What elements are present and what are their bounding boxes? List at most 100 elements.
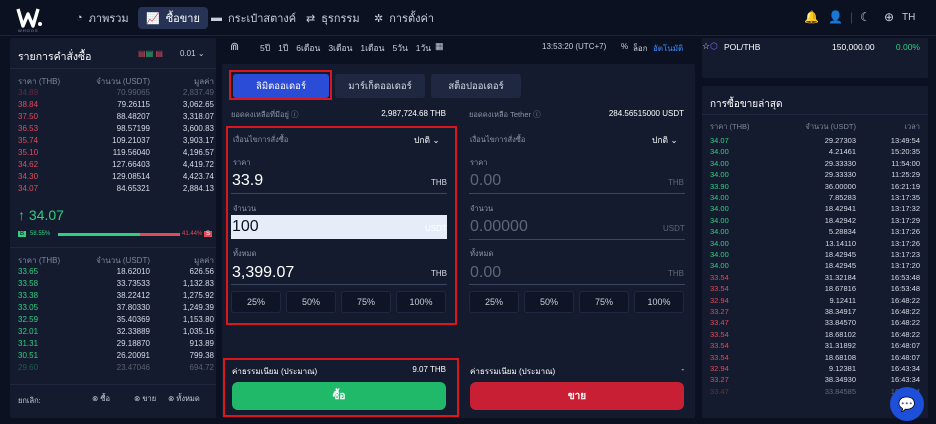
language-label[interactable]: TH	[902, 12, 915, 23]
cancel-buy-label: ซื้อ	[100, 394, 110, 403]
auto-toggle[interactable]: อัตโนมัติ	[653, 42, 683, 55]
last-price: ↑ 34.07	[18, 207, 64, 223]
row-value: 694.72	[189, 363, 214, 372]
range-button[interactable]: 1วัน	[416, 41, 431, 55]
sell-pct-100[interactable]: 100%	[634, 291, 684, 313]
trade-time: 13:17:29	[890, 215, 920, 225]
row-value: 3,318.07	[182, 112, 214, 121]
buy-price-input[interactable]: 33.9	[232, 172, 263, 190]
trade-price: 34.00	[710, 193, 729, 202]
buy-total-input[interactable]: 3,399.07	[232, 264, 294, 282]
range-button[interactable]: 1เดือน	[360, 41, 384, 55]
orderbook-view-icon[interactable]: ▤▤ ▤	[138, 49, 163, 58]
orderbook-row[interactable]: 35.74 109.21037 3,903.17	[18, 136, 214, 148]
orderbook-row[interactable]: 34.89 70.99065 2,837.49	[18, 88, 214, 100]
sell-pct-25[interactable]: 25%	[469, 291, 519, 313]
trade-time: 16:48:22	[890, 329, 920, 339]
buy-pct-25[interactable]: 25%	[231, 291, 281, 313]
star-icon[interactable]: ☆	[702, 41, 710, 52]
buy-pct-75[interactable]: 75%	[341, 291, 391, 313]
info-icon[interactable]: ⓘ	[533, 110, 541, 119]
trade-amount: 18.42945	[824, 261, 856, 271]
chat-button[interactable]: 💬	[890, 387, 924, 421]
sell-amount-input[interactable]: 0.00000	[470, 218, 528, 236]
orderbook-row[interactable]: 32.01 32.33889 1,035.16	[18, 327, 214, 339]
nav-overview[interactable]: ◔ ภาพรวม	[68, 7, 137, 29]
nav-settings[interactable]: ✲ การตั้งค่า	[366, 7, 442, 29]
orderbook-panel: รายการคำสั่งซื้อ ▤▤ ▤ 0.01 ⌄ ราคา (THB) จ…	[10, 38, 216, 418]
buy-amount-field[interactable]	[231, 215, 447, 239]
chart-type-icon[interactable]: ⋒	[230, 40, 239, 53]
orderbook-row[interactable]: 30.51 26.20091 799.38	[18, 351, 214, 363]
buy-pct-100[interactable]: 100%	[396, 291, 446, 313]
trade-row: 33.4733.8458516:43:34	[710, 387, 920, 396]
bell-icon[interactable]: 🔔	[804, 10, 819, 24]
orderbook-row[interactable]: 34.30 129.08514 4,423.74	[18, 172, 214, 184]
range-button[interactable]: 6เดือน	[296, 41, 320, 55]
orderbook-row[interactable]: 35.10 119.56040 4,196.57	[18, 148, 214, 160]
sell-price-input[interactable]: 0.00	[470, 172, 501, 190]
orderbook-row[interactable]: 36.53 98.57199 3,600.83	[18, 124, 214, 136]
top-bar: WHOOS ◔ ภาพรวม 📈 ซื้อขาย ▬ กระเป๋าสตางค์ ⇄ ธ…	[0, 0, 936, 36]
user-icon[interactable]: 👤	[828, 10, 843, 24]
col-price: ราคา (THB)	[18, 256, 61, 265]
precision-select[interactable]: 0.01 ⌄	[180, 49, 205, 58]
tab-limit-order[interactable]: ลิมิตออเดอร์	[233, 74, 329, 98]
buy-button[interactable]: ซื้อ	[232, 382, 446, 410]
orderbook-row[interactable]: 29.60 23.47046 694.72	[18, 363, 214, 375]
orderbook-row[interactable]: 34.62 127.66403 4,419.72	[18, 160, 214, 172]
orderbook-row[interactable]: 33.58 33.73533 1,132.83	[18, 279, 214, 291]
ticker-change: 0.00%	[895, 42, 920, 52]
orderbook-row[interactable]: 37.50 88.48207 3,318.07	[18, 112, 214, 124]
trade-row: 33.54 18.68108 16:48:07	[710, 353, 920, 362]
divider	[469, 239, 685, 240]
buy-mode-select[interactable]: ปกติ ⌄	[414, 133, 440, 147]
orderbook-row[interactable]: 33.38 38.22412 1,275.92	[18, 291, 214, 303]
polygon-icon: ⬡	[710, 41, 718, 51]
orderbook-row[interactable]: 31.31 29.18870 913.89	[18, 339, 214, 351]
orderbook-row[interactable]: 34.07 84.65321 2,884.13	[18, 184, 214, 196]
trades-panel: การซื้อขายล่าสุด ราคา (THB) จำนวน (USDT)…	[702, 86, 928, 418]
sell-button[interactable]: ขาย	[470, 382, 684, 410]
orderbook-row[interactable]: 33.05 37.80330 1,249.39	[18, 303, 214, 315]
trade-price: 34.00	[710, 204, 729, 214]
trade-row: 34.00 29.33330 11:25:29	[710, 170, 920, 179]
orderbook-row[interactable]: 38.84 79.26115 3,062.65	[18, 100, 214, 112]
calendar-icon[interactable]: ▦	[435, 41, 444, 52]
range-button[interactable]: 3เดือน	[328, 41, 352, 55]
sell-pct-75[interactable]: 75%	[579, 291, 629, 313]
tab-market-order[interactable]: มาร์เก็ตออเดอร์	[335, 74, 425, 98]
tab-stop-order[interactable]: สต็อปออเดอร์	[431, 74, 521, 98]
orderbook-row[interactable]: 32.59 35.40369 1,153.80	[18, 315, 214, 327]
info-icon[interactable]: ⓘ	[291, 110, 299, 119]
ticker-panel[interactable]: ⬡ ☆ POL/THB 150,000.00 0.00%	[702, 38, 928, 78]
nav-wallet[interactable]: ▬ กระเป๋าสตางค์	[203, 7, 304, 29]
percent-toggle[interactable]: %	[621, 42, 628, 51]
buy-pct-50[interactable]: 50%	[286, 291, 336, 313]
nav-transactions[interactable]: ⇄ ธุรกรรม	[298, 7, 368, 29]
cancel-all-label: ทั้งหมด	[176, 394, 200, 403]
nav-label: ธุรกรรม	[321, 13, 360, 25]
row-price: 34.30	[18, 172, 39, 181]
log-toggle[interactable]: ล็อก	[633, 42, 648, 55]
sell-tag: S	[204, 231, 213, 237]
sell-total-input[interactable]: 0.00	[470, 264, 501, 282]
row-price: 33.05	[18, 303, 39, 312]
cancel-buy-button[interactable]: ⊗ ซื้อ	[92, 393, 110, 405]
moon-icon[interactable]: ☾	[860, 10, 871, 24]
globe-icon[interactable]: ⊕	[884, 10, 894, 24]
sell-mode-value: ปกติ	[652, 135, 669, 145]
buy-amount-input[interactable]: 100	[232, 218, 259, 236]
nav-trade[interactable]: 📈 ซื้อขาย	[138, 7, 208, 29]
range-button[interactable]: 1ปี	[278, 41, 288, 55]
range-button[interactable]: 5ปี	[260, 41, 270, 55]
cancel-sell-label: ขาย	[142, 394, 157, 403]
orderbook-row[interactable]: 33.65 18.62010 626.56	[18, 267, 214, 279]
sell-pct-50[interactable]: 50%	[524, 291, 574, 313]
cancel-sell-button[interactable]: ⊗ ขาย	[134, 393, 156, 405]
col-amount: จำนวน (USDT)	[805, 122, 856, 131]
cancel-all-button[interactable]: ⊗ ทั้งหมด	[168, 393, 200, 405]
sell-mode-select[interactable]: ปกติ ⌄	[652, 133, 678, 147]
range-button[interactable]: 5วัน	[392, 41, 407, 55]
divider	[469, 193, 685, 194]
